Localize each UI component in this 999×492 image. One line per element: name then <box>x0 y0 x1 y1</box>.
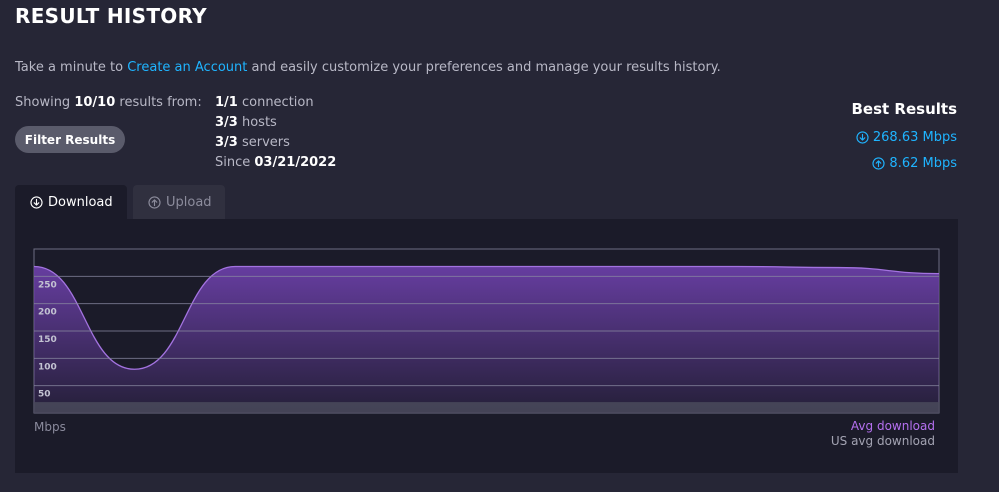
since-stat: Since 03/21/2022 <box>215 155 336 175</box>
tab-download[interactable]: Download <box>15 185 127 219</box>
showing-suffix: results from: <box>115 95 202 110</box>
create-account-link[interactable]: Create an Account <box>127 60 247 75</box>
arrow-up-circle-icon <box>148 195 161 209</box>
avg-download-area <box>34 266 939 413</box>
y-tick-label: 200 <box>38 308 57 318</box>
y-tick-label: 150 <box>38 335 57 345</box>
download-history-chart: 50 100 150 200 250 Mbps Avg download US avg d… <box>15 219 958 473</box>
result-history-page: RESULT HISTORY Take a minute to Create a… <box>0 0 999 492</box>
showing-value: 10/10 <box>74 95 116 110</box>
since-value: 03/21/2022 <box>254 155 337 170</box>
servers-stat: 3/3 servers <box>215 135 336 155</box>
filter-results-button[interactable]: Filter Results <box>15 126 125 153</box>
best-upload-value: 8.62 Mbps <box>889 156 957 171</box>
y-tick-label: 100 <box>38 362 57 372</box>
us-avg-download-band <box>34 402 939 413</box>
tab-download-label: Download <box>48 194 113 210</box>
best-upload: 8.62 Mbps <box>872 156 957 171</box>
showing-label: Showing <box>15 95 75 110</box>
servers-value: 3/3 <box>215 135 238 150</box>
connections-stat: 1/1 connection <box>215 95 336 115</box>
best-download-value: 268.63 Mbps <box>872 130 957 145</box>
hosts-value: 3/3 <box>215 115 238 130</box>
connections-value: 1/1 <box>215 95 238 110</box>
tab-upload[interactable]: Upload <box>133 185 225 219</box>
page-title: RESULT HISTORY <box>15 4 207 28</box>
y-tick-label: 50 <box>38 390 51 400</box>
hosts-stat: 3/3 hosts <box>215 115 336 135</box>
result-sources: 1/1 connection 3/3 hosts 3/3 servers Sin… <box>215 95 336 175</box>
intro-suffix: and easily customize your preferences an… <box>247 60 721 75</box>
legend-avg-download: Avg download <box>850 419 935 433</box>
best-results-title: Best Results <box>851 100 958 118</box>
connections-label: connection <box>237 95 314 110</box>
arrow-down-circle-icon <box>30 195 43 209</box>
arrow-down-circle-icon <box>856 131 869 144</box>
best-download: 268.63 Mbps <box>856 130 957 145</box>
y-tick-label: 250 <box>38 280 57 290</box>
chart-svg: 50 100 150 200 250 Mbps <box>33 248 940 434</box>
since-label: Since <box>215 155 255 170</box>
intro-prefix: Take a minute to <box>15 60 128 75</box>
results-count: Showing 10/10 results from: <box>15 95 202 110</box>
intro-text: Take a minute to Create an Account and e… <box>15 60 721 75</box>
y-axis-label: Mbps <box>34 420 66 434</box>
arrow-up-circle-icon <box>872 157 886 170</box>
legend-us-avg-download: US avg download <box>830 434 935 448</box>
hosts-label: hosts <box>237 115 277 130</box>
tab-upload-label: Upload <box>166 194 212 210</box>
servers-label: servers <box>237 135 290 150</box>
